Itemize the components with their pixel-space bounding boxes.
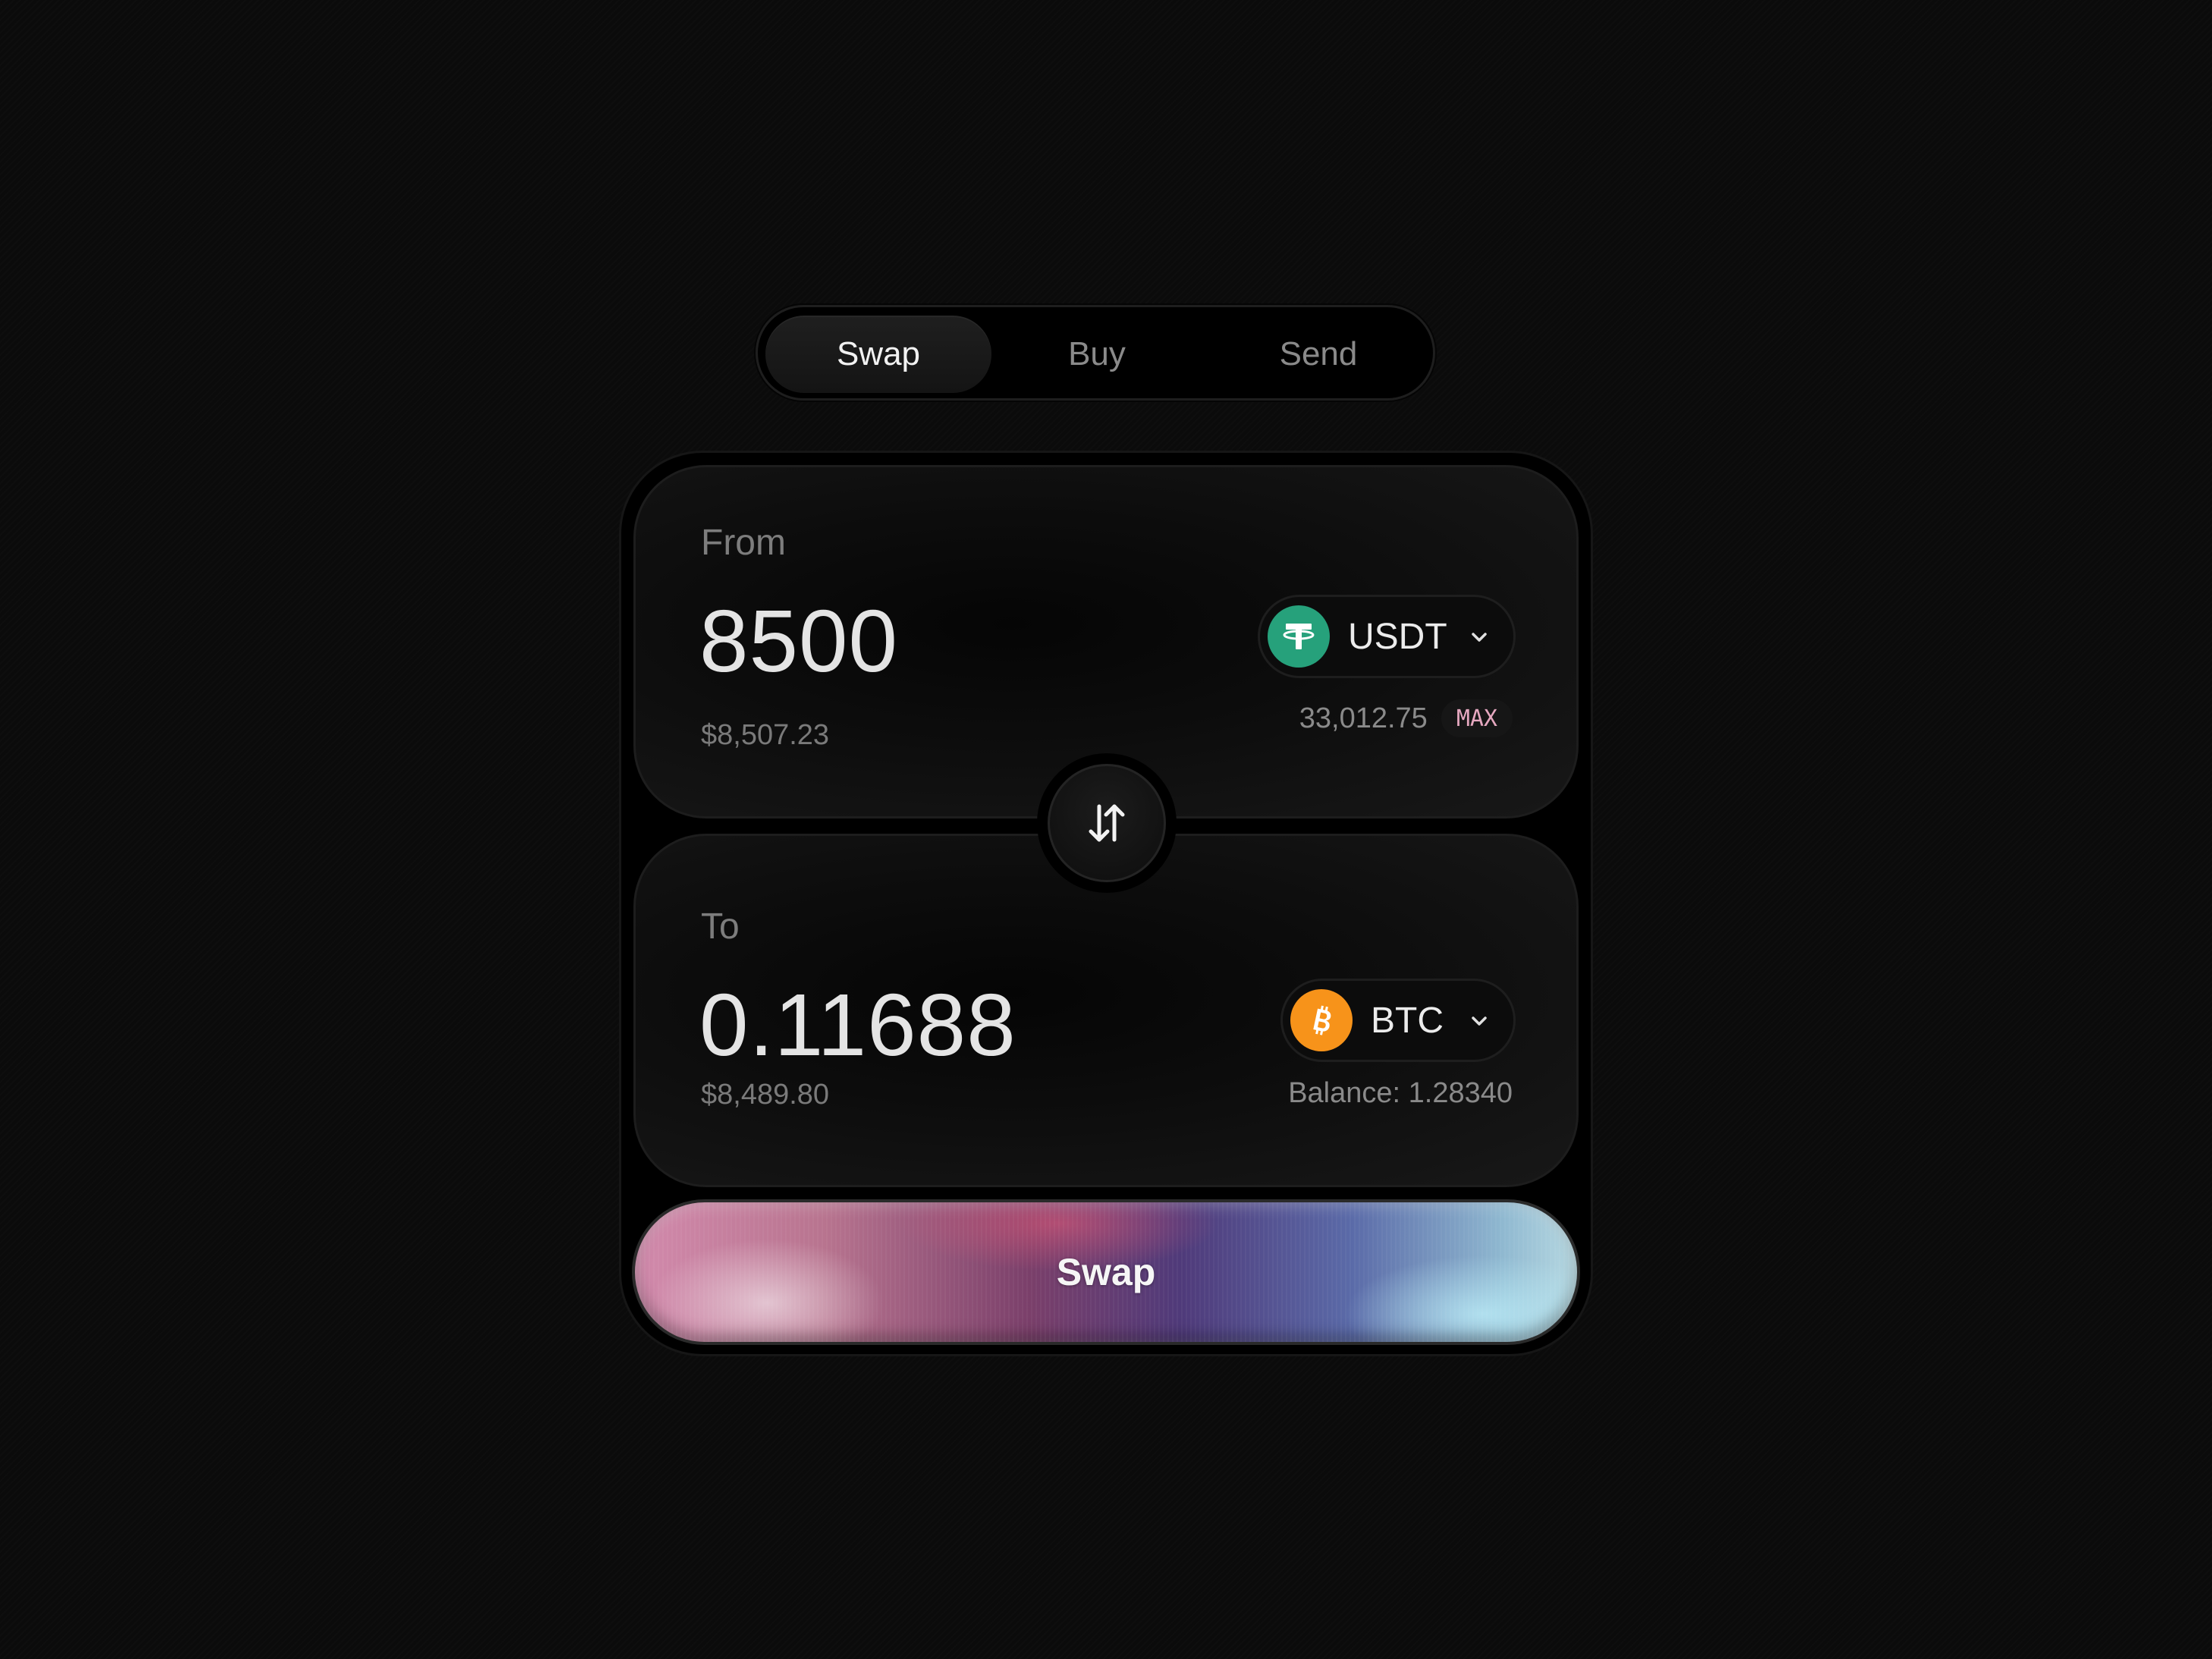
from-balance: 33,012.75 xyxy=(1299,702,1428,734)
page: Swap Buy Send From 8500 $8,507.23 USDT 3… xyxy=(0,0,2212,1659)
bitcoin-icon xyxy=(1290,989,1353,1051)
tab-buy[interactable]: Buy xyxy=(984,316,1210,393)
from-amount-input[interactable]: 8500 xyxy=(699,590,898,692)
swap-button-label: Swap xyxy=(1056,1251,1156,1293)
swap-arrows-icon xyxy=(1089,804,1125,842)
from-label: From xyxy=(701,523,786,563)
to-balance: Balance: 1.28340 xyxy=(1288,1077,1513,1109)
tab-swap[interactable]: Swap xyxy=(765,316,991,393)
to-balance-row: Balance: 1.28340 xyxy=(1288,1077,1513,1110)
to-label: To xyxy=(701,906,740,947)
to-usd-value: $8,489.80 xyxy=(701,1079,830,1111)
switch-direction-button[interactable] xyxy=(1048,764,1166,882)
tether-icon xyxy=(1268,605,1330,668)
from-token-select[interactable]: USDT xyxy=(1258,595,1516,678)
to-token-symbol: BTC xyxy=(1371,1000,1444,1041)
max-button[interactable]: MAX xyxy=(1441,699,1513,737)
switch-ring xyxy=(1037,753,1177,893)
chevron-down-icon xyxy=(1472,1016,1487,1026)
mode-tabs: Swap Buy Send xyxy=(756,305,1435,401)
to-amount-output[interactable]: 0.11688 xyxy=(699,974,1016,1076)
swap-button[interactable]: Swap xyxy=(632,1199,1580,1345)
from-usd-value: $8,507.23 xyxy=(701,719,830,751)
from-balance-row: 33,012.75 MAX xyxy=(1299,699,1513,737)
from-token-symbol: USDT xyxy=(1348,616,1447,657)
chevron-down-icon xyxy=(1472,633,1487,642)
tab-send[interactable]: Send xyxy=(1205,316,1431,393)
to-token-select[interactable]: BTC xyxy=(1280,979,1516,1062)
swap-card: From 8500 $8,507.23 USDT 33,012.75 MAX T… xyxy=(619,451,1593,1356)
